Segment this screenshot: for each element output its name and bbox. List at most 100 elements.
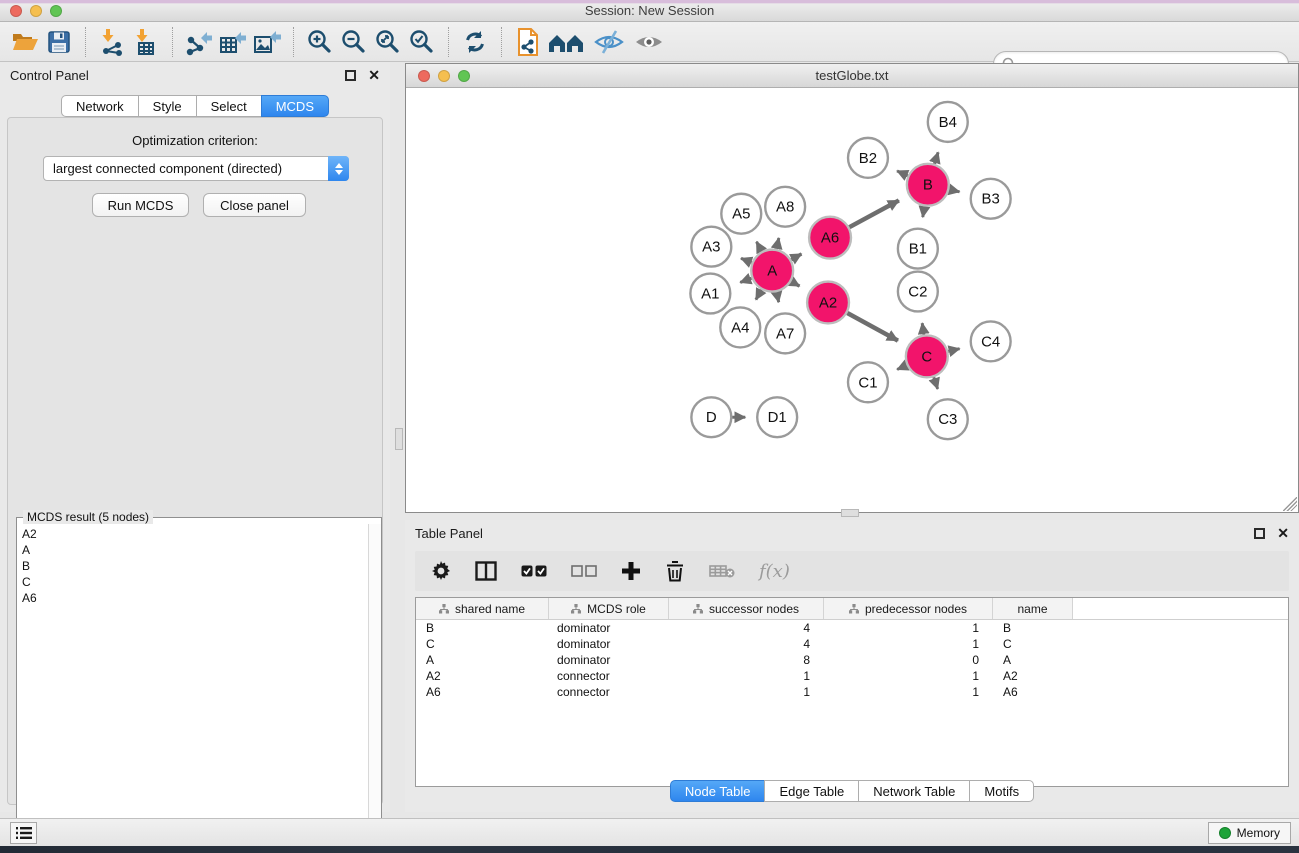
- column-header[interactable]: successor nodes: [669, 598, 824, 619]
- tab-mcds[interactable]: MCDS: [261, 95, 329, 117]
- float-window-icon[interactable]: [345, 70, 356, 81]
- table-row[interactable]: Bdominator41B: [416, 620, 1288, 636]
- vertical-split-handle[interactable]: [395, 428, 403, 450]
- save-session-icon[interactable]: [42, 25, 76, 59]
- export-table-icon[interactable]: [216, 25, 250, 59]
- graph-edge[interactable]: [934, 377, 938, 389]
- hide-selected-icon[interactable]: [589, 25, 629, 59]
- tab-network[interactable]: Network: [61, 95, 138, 117]
- table-row[interactable]: Cdominator41C: [416, 636, 1288, 652]
- table-cell: 1: [824, 685, 993, 699]
- list-item[interactable]: A6: [18, 590, 368, 606]
- delete-table-icon[interactable]: [709, 563, 735, 579]
- column-chooser-icon[interactable]: [475, 561, 497, 581]
- network-graph[interactable]: B4B2BB3A5A8A6A3B1AC2A1A2A4A7C4CC1DD1C3: [406, 89, 1298, 512]
- zoom-selected-icon[interactable]: [405, 25, 439, 59]
- list-item[interactable]: B: [18, 558, 368, 574]
- column-header[interactable]: name: [993, 598, 1073, 619]
- list-item[interactable]: C: [18, 574, 368, 590]
- graph-edge[interactable]: [741, 258, 752, 262]
- table-cell: C: [416, 637, 549, 651]
- list-item[interactable]: A: [18, 542, 368, 558]
- graph-edge[interactable]: [756, 290, 762, 300]
- graph-edge[interactable]: [740, 278, 751, 282]
- graph-edge[interactable]: [777, 292, 779, 302]
- zoom-in-icon[interactable]: [303, 25, 337, 59]
- zoom-out-icon[interactable]: [337, 25, 371, 59]
- graph-edge[interactable]: [849, 200, 899, 227]
- column-header[interactable]: predecessor nodes: [824, 598, 993, 619]
- table-settings-gear-icon[interactable]: [431, 561, 451, 581]
- close-panel-icon[interactable]: ✕: [1277, 525, 1289, 542]
- scrollbar-track[interactable]: [368, 524, 381, 853]
- open-file-icon[interactable]: [8, 25, 42, 59]
- horizontal-split-handle[interactable]: [841, 509, 859, 517]
- graph-node-label: B4: [939, 114, 957, 131]
- function-builder-icon[interactable]: f(x): [759, 561, 790, 582]
- node-table[interactable]: shared nameMCDS rolesuccessor nodesprede…: [415, 597, 1289, 787]
- list-item[interactable]: A2: [18, 526, 368, 542]
- deselect-all-rows-icon[interactable]: [571, 564, 597, 578]
- delete-column-icon[interactable]: [665, 560, 685, 582]
- table-row[interactable]: Adominator80A: [416, 652, 1288, 668]
- new-network-from-selection-icon[interactable]: [511, 25, 545, 59]
- apply-layout-icon[interactable]: [458, 25, 492, 59]
- table-row[interactable]: A2connector11A2: [416, 668, 1288, 684]
- graph-edge[interactable]: [777, 238, 779, 249]
- task-history-button[interactable]: [10, 822, 37, 844]
- table-cell: connector: [549, 685, 669, 699]
- table-cell: connector: [549, 669, 669, 683]
- show-all-icon[interactable]: [629, 25, 669, 59]
- mcds-result-title: MCDS result (5 nodes): [23, 510, 153, 524]
- task-history-icon: [16, 826, 32, 840]
- first-neighbors-icon[interactable]: [545, 25, 589, 59]
- table-cell: B: [993, 621, 1073, 635]
- criterion-dropdown[interactable]: largest connected component (directed): [43, 156, 349, 181]
- tab-node-table[interactable]: Node Table: [670, 780, 765, 802]
- graph-edge[interactable]: [948, 349, 959, 352]
- export-image-icon[interactable]: [250, 25, 284, 59]
- table-header-row[interactable]: shared nameMCDS rolesuccessor nodesprede…: [416, 598, 1288, 620]
- graph-node-label: C: [921, 348, 932, 365]
- graph-edge[interactable]: [923, 206, 925, 217]
- tab-network-table[interactable]: Network Table: [858, 780, 969, 802]
- dropdown-stepper-icon: [328, 156, 349, 181]
- graph-edge[interactable]: [897, 365, 907, 369]
- zoom-fit-icon[interactable]: [371, 25, 405, 59]
- add-column-icon[interactable]: [621, 561, 641, 581]
- graph-edge[interactable]: [791, 281, 799, 286]
- graph-edge[interactable]: [949, 190, 959, 192]
- graph-node-label: C4: [981, 333, 1000, 350]
- network-window-titlebar[interactable]: testGlobe.txt: [406, 64, 1298, 88]
- column-header[interactable]: MCDS role: [549, 598, 669, 619]
- graph-edge[interactable]: [847, 313, 898, 341]
- column-header[interactable]: shared name: [416, 598, 549, 619]
- graph-edge[interactable]: [934, 152, 938, 164]
- run-mcds-button[interactable]: Run MCDS: [92, 193, 189, 217]
- table-cell: dominator: [549, 653, 669, 667]
- import-network-icon[interactable]: [95, 25, 129, 59]
- network-canvas[interactable]: B4B2BB3A5A8A6A3B1AC2A1A2A4A7C4CC1DD1C3: [406, 89, 1298, 512]
- export-network-icon[interactable]: [182, 25, 216, 59]
- graph-edge[interactable]: [757, 242, 762, 252]
- graph-edge[interactable]: [897, 171, 908, 176]
- tab-style[interactable]: Style: [138, 95, 196, 117]
- graph-node-label: B2: [859, 150, 877, 167]
- memory-button[interactable]: Memory: [1208, 822, 1291, 844]
- mcds-result-list[interactable]: A2ABCA6: [18, 526, 368, 853]
- graph-node-label: C2: [908, 284, 927, 301]
- tab-select[interactable]: Select: [196, 95, 261, 117]
- table-row[interactable]: A6connector11A6: [416, 684, 1288, 700]
- tab-motifs[interactable]: Motifs: [969, 780, 1034, 802]
- tab-edge-table[interactable]: Edge Table: [764, 780, 858, 802]
- graph-edge[interactable]: [922, 323, 924, 334]
- resize-grip-icon[interactable]: [1283, 497, 1297, 511]
- close-panel-button[interactable]: Close panel: [203, 193, 306, 217]
- table-cell: A: [993, 653, 1073, 667]
- graph-edge[interactable]: [791, 254, 801, 260]
- table-panel-title: Table Panel: [415, 526, 483, 541]
- import-table-icon[interactable]: [129, 25, 163, 59]
- float-window-icon[interactable]: [1254, 528, 1265, 539]
- select-all-rows-icon[interactable]: [521, 564, 547, 578]
- close-panel-icon[interactable]: ✕: [368, 67, 380, 84]
